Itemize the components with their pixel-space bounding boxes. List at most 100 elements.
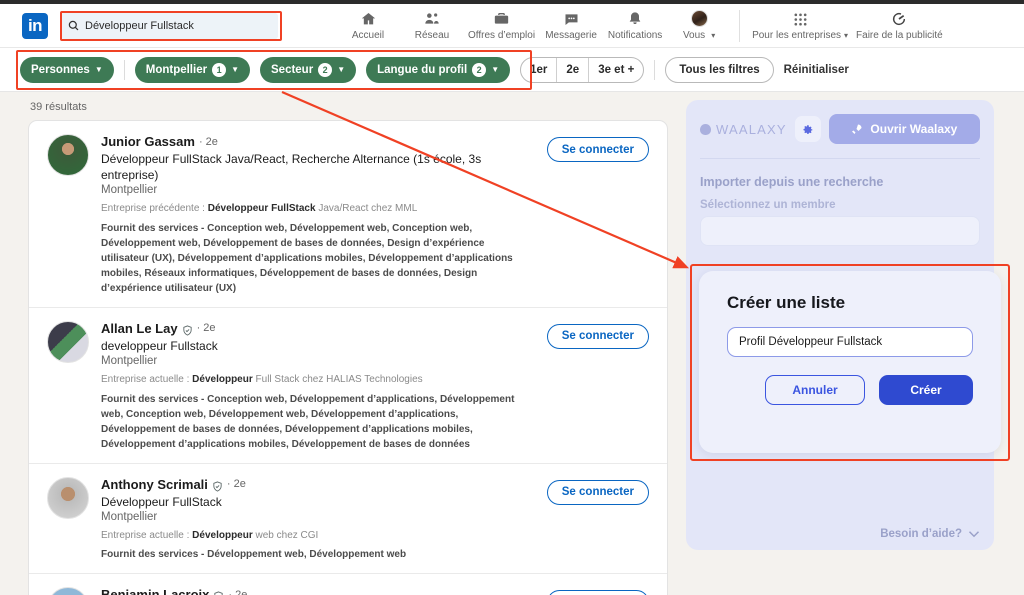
reset-filters-link[interactable]: Réinitialiser [784,64,849,76]
nav-item-pour-les-entreprises[interactable]: Pour les entreprises [748,5,852,47]
company-rest: web chez CGI [252,529,319,541]
filter-separator-2 [654,59,656,80]
table-row[interactable]: Junior Gassam · 2e Développeur FullStack… [29,121,667,308]
create-list-modal: Créer une liste Annuler Créer [699,271,1001,453]
nav-label-notifications: Notifications [607,30,663,41]
filter-bar: Personnes ▼ Montpellier 1 ▼ Secteur 2 ▼ … [0,48,1024,92]
nav-label-reseau: Réseau [414,30,450,41]
avatar [47,587,89,595]
results-column: 39 résultats Junior Gassam · 2e Développ… [0,92,678,595]
avatar [47,134,89,176]
result-name[interactable]: Benjamin Lacroix [101,587,209,595]
verified-badge-icon [212,479,223,492]
connect-button[interactable]: Se connecter [546,137,649,162]
all-filters-button[interactable]: Tous les filtres [665,56,774,83]
filter-label-personnes: Personnes [31,63,90,76]
degree-filter-group: 1er 2e 3e et + [520,56,645,83]
rocket-icon [852,124,862,134]
company-rest: Java/React chez MML [315,203,418,215]
open-waalaxy-button[interactable]: Ouvrir Waalaxy [828,114,980,144]
nav-divider [739,9,741,42]
table-row[interactable]: Anthony Scrimali · 2e Développeur FullSt… [29,464,667,575]
help-link[interactable]: Besoin d’aide? [880,528,980,540]
cancel-button[interactable]: Annuler [765,375,865,405]
degree-filter-1er[interactable]: 1er [521,57,558,82]
avatar-icon [690,10,708,27]
waalaxy-brand: WAALAXY [700,122,787,137]
result-name[interactable]: Allan Le Lay [101,321,178,336]
result-company-line: Entreprise actuelle : Développeur Full S… [101,373,535,388]
ad-target-icon [891,10,907,27]
result-headline: developpeur Fullstack [101,338,218,353]
nav-label-entreprises: Pour les entreprises [752,30,848,41]
nav-item-messagerie[interactable]: Messagerie [539,5,603,47]
linkedin-search-page: in Développeur Fullstack Accueil Réseau [0,0,1024,595]
chevron-down-icon: ▼ [491,65,500,74]
avatar [47,476,89,519]
degree-filter-2e[interactable]: 2e [557,57,590,82]
member-select-dropdown[interactable] [700,216,980,246]
nav-label-offres-emploi: Offres d’emploi [468,30,536,41]
waalaxy-brand-label: WAALAXY [716,121,787,137]
result-company-line: Entreprise actuelle : Développeur web ch… [101,529,535,544]
create-button[interactable]: Créer [879,375,973,405]
home-icon [360,10,377,27]
filter-separator [123,59,125,80]
company-label: Entreprise actuelle : [101,374,193,386]
nav-item-faire-publicite[interactable]: Faire de la publicité [852,5,947,47]
company-rest: Full Stack chez HALIAS Technologies [252,374,423,386]
company-label: Entreprise actuelle : [101,529,193,541]
avatar [47,320,89,363]
connect-button[interactable]: Se connecter [546,590,649,595]
waalaxy-section-title: Importer depuis une recherche [700,175,884,189]
chevron-down-icon: ▼ [94,65,103,74]
briefcase-icon [493,10,510,27]
degree-filter-3e-et-plus[interactable]: 3e et + [589,58,643,82]
nav-label-vous: Vous [683,30,715,41]
connect-button[interactable]: Se connecter [546,323,649,349]
nav-item-reseau[interactable]: Réseau [400,5,464,47]
bell-icon [627,10,643,27]
result-name[interactable]: Anthony Scrimali [101,477,208,492]
filter-pill-langue-du-profil[interactable]: Langue du profil 2 ▼ [366,56,511,83]
nav-right-items: Pour les entreprises Faire de la publici… [748,5,947,47]
result-location: Montpellier [101,184,158,197]
table-row[interactable]: Benjamin Lacroix · 2e Ingénieur Développ… [29,574,667,595]
alien-icon [700,123,711,135]
company-bold: Développeur [192,529,253,541]
verified-badge-icon [213,589,224,595]
result-location: Montpellier [101,355,158,368]
search-query-text: Développeur Fullstack [85,19,194,32]
filter-count-langue: 2 [472,62,487,77]
result-services: Fournit des services - Conception web, D… [101,393,515,450]
result-degree: · 2e [226,478,246,491]
results-list: Junior Gassam · 2e Développeur FullStack… [28,120,668,595]
company-label: Entreprise précédente : [101,203,208,215]
list-name-input[interactable] [727,327,973,357]
filter-count-secteur: 2 [318,62,333,77]
waalaxy-header: WAALAXY Ouvrir Waalaxy [700,114,980,144]
result-degree: · 2e [228,588,248,595]
filter-pill-montpellier[interactable]: Montpellier 1 ▼ [134,56,250,83]
result-services: Fournit des services - Conception web, D… [101,222,513,294]
nav-item-notifications[interactable]: Notifications [603,5,667,47]
open-waalaxy-label: Ouvrir Waalaxy [870,122,958,136]
filter-pill-personnes[interactable]: Personnes ▼ [20,56,114,83]
filter-pill-secteur[interactable]: Secteur 2 ▼ [260,56,357,83]
table-row[interactable]: Allan Le Lay · 2e developpeur Fullstack … [29,308,667,464]
chevron-down-icon: ▼ [231,65,239,74]
nav-item-offres-emploi[interactable]: Offres d’emploi [464,5,539,47]
grid-icon [793,10,808,27]
gear-icon[interactable] [794,116,821,142]
search-icon [68,20,79,31]
connect-button[interactable]: Se connecter [546,479,649,505]
result-services: Fournit des services - Développement web… [101,549,407,561]
search-input[interactable]: Développeur Fullstack [60,12,278,39]
nav-item-accueil[interactable]: Accueil [336,5,400,47]
nav-item-vous[interactable]: Vous [667,5,731,47]
linkedin-logo[interactable]: in [22,12,48,39]
result-degree: · 2e [196,322,216,335]
result-name[interactable]: Junior Gassam [101,134,195,149]
nav-items: Accueil Réseau Offres d’emploi Messageri… [336,5,731,47]
modal-actions: Annuler Créer [727,375,973,405]
